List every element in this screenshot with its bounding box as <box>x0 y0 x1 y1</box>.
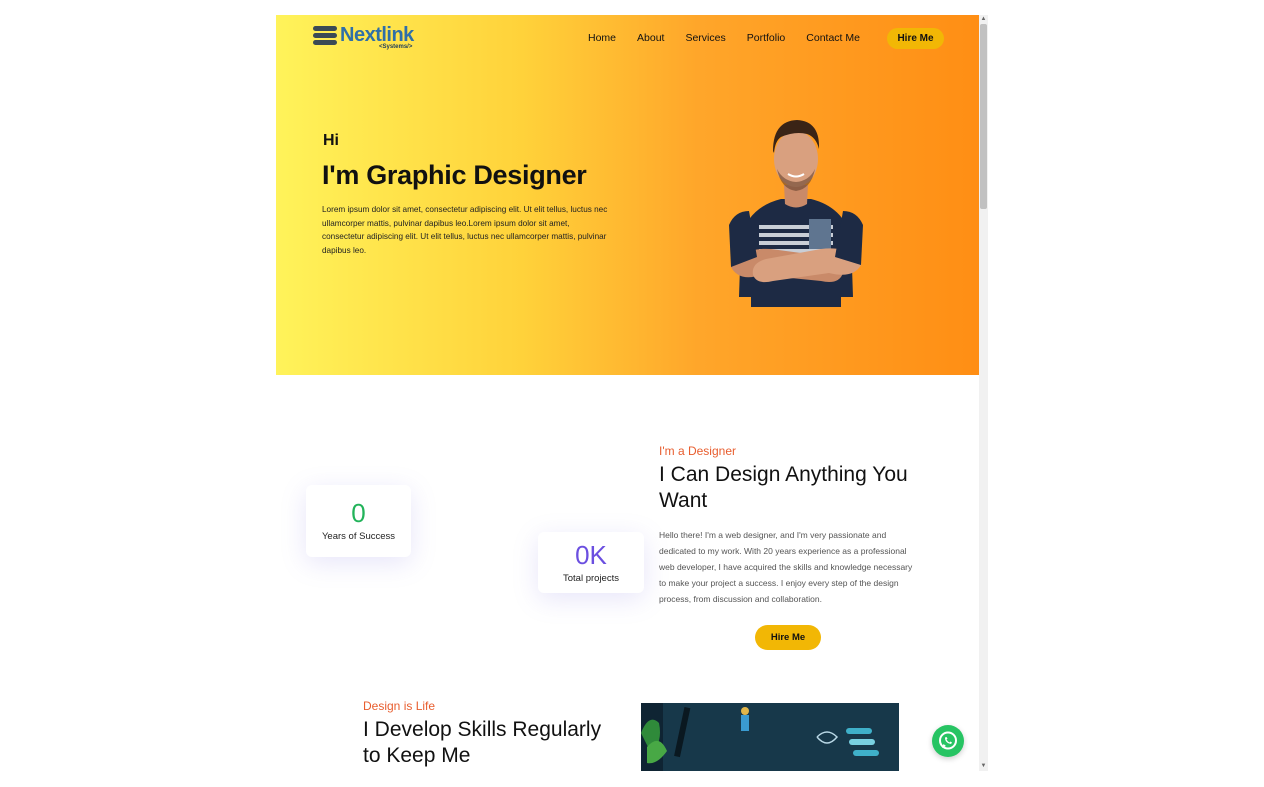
server-icon <box>313 26 337 48</box>
nav-portfolio[interactable]: Portfolio <box>747 32 786 44</box>
about-title: I Can Design Anything You Want <box>659 463 908 512</box>
nav-about[interactable]: About <box>637 32 664 44</box>
scroll-thumb[interactable] <box>980 24 987 209</box>
about-text: Hello there! I'm a web designer, and I'm… <box>659 530 913 604</box>
skills-kicker: Design is Life <box>363 699 436 713</box>
hero-text: Lorem ipsum dolor sit amet, consectetur … <box>322 205 608 255</box>
hero-title: I'm Graphic Designer <box>322 160 587 190</box>
logo-tagline: <Systems/> <box>379 44 413 50</box>
about-hire-me-button[interactable]: Hire Me <box>755 625 821 650</box>
hero-greeting: Hi <box>323 132 339 149</box>
about-kicker: I'm a Designer <box>659 444 736 458</box>
page: Nextlink <Systems/> Home About Services … <box>276 15 979 771</box>
stat-projects-label: Total projects <box>563 573 619 584</box>
scroll-down-icon[interactable]: ▼ <box>979 762 988 771</box>
nav-services[interactable]: Services <box>685 32 725 44</box>
stat-card-projects: 0K Total projects <box>538 532 644 593</box>
whatsapp-icon <box>939 731 957 750</box>
nav-home[interactable]: Home <box>588 32 616 44</box>
skills-title: I Develop Skills Regularly to Keep Me <box>363 718 602 767</box>
stat-card-years: 0 Years of Success <box>306 485 411 557</box>
nav-hire-me-button[interactable]: Hire Me <box>887 28 944 49</box>
whatsapp-chat-button[interactable] <box>932 725 964 757</box>
scroll-up-icon[interactable]: ▲ <box>979 15 988 24</box>
stat-years-label: Years of Success <box>321 531 396 542</box>
hero-section: Nextlink <Systems/> Home About Services … <box>276 15 979 375</box>
stat-years-value: 0 <box>351 498 366 528</box>
skills-workspace-image <box>641 703 899 771</box>
page-scrollbar[interactable]: ▲ ▼ <box>979 15 988 771</box>
designer-portrait-image <box>729 120 863 307</box>
stat-projects-value: 0K <box>575 540 607 570</box>
main-nav: Home About Services Portfolio Contact Me <box>588 32 881 44</box>
logo[interactable]: Nextlink <Systems/> <box>313 24 423 54</box>
nav-contact[interactable]: Contact Me <box>806 32 860 44</box>
